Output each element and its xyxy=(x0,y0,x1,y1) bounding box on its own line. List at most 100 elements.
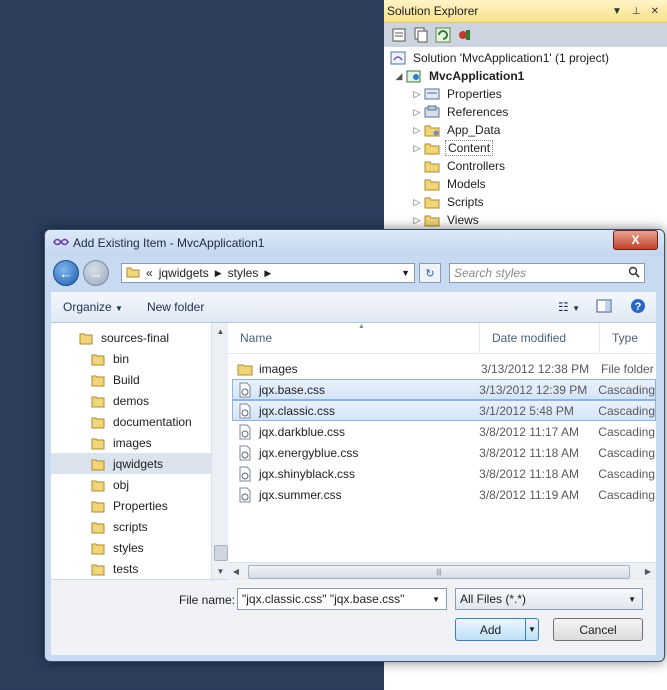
folder-tests[interactable]: tests xyxy=(51,558,211,579)
file-row-jqx-classic-css[interactable]: jqx.classic.css 3/1/2012 5:48 PM Cascadi… xyxy=(232,400,656,421)
tree-item-properties[interactable]: ▷ Properties xyxy=(384,85,667,103)
collapse-arrow-icon[interactable]: ◢ xyxy=(392,71,406,82)
folder-jqwidgets[interactable]: jqwidgets xyxy=(51,453,211,474)
chevron-down-icon[interactable]: ▼ xyxy=(432,595,440,604)
close-icon[interactable]: ✕ xyxy=(651,6,659,17)
pin-icon[interactable]: ⊥ xyxy=(632,6,641,17)
tree-item-content[interactable]: ▷ Content xyxy=(384,139,667,157)
properties-icon xyxy=(424,87,440,101)
file-row-jqx-summer-css[interactable]: jqx.summer.css 3/8/2012 11:19 AM Cascadi… xyxy=(232,484,656,505)
solution-explorer-titlebar: Solution Explorer ▼ ⊥ ✕ xyxy=(384,0,667,23)
forward-arrow-icon: → xyxy=(89,265,103,281)
breadcrumb-jqwidgets[interactable]: jqwidgets xyxy=(159,266,209,280)
help-icon: ? xyxy=(631,298,645,313)
command-bar: Organize ▼ New folder ☷ ▼ ? xyxy=(51,292,656,323)
scroll-left-icon[interactable]: ◀ xyxy=(228,567,244,576)
solution-node[interactable]: Solution 'MvcApplication1' (1 project) xyxy=(384,49,667,67)
address-overflow[interactable]: « xyxy=(146,266,153,280)
css-file-icon xyxy=(239,487,251,502)
expand-arrow-icon[interactable]: ▷ xyxy=(410,143,424,154)
navigation-pane: sources-final bin Build demos documentat… xyxy=(51,323,212,579)
folder-icon xyxy=(91,522,105,533)
css-file-icon xyxy=(239,424,251,439)
folder-icon xyxy=(91,543,105,554)
navigation-scrollbar[interactable]: ▲ ▼ xyxy=(211,323,229,579)
tree-item-references[interactable]: ▷ References xyxy=(384,103,667,121)
file-type-select[interactable]: All Files (*.*) ▼ xyxy=(455,588,643,610)
chevron-down-icon[interactable]: ▼ xyxy=(628,595,636,604)
organize-button[interactable]: Organize ▼ xyxy=(51,300,135,314)
tree-item-app-data[interactable]: ▷ App_Data xyxy=(384,121,667,139)
expand-arrow-icon[interactable]: ▷ xyxy=(410,197,424,208)
folder-build[interactable]: Build xyxy=(51,369,211,390)
project-icon xyxy=(406,69,422,83)
show-all-files-icon[interactable] xyxy=(412,26,430,44)
folder-styles[interactable]: styles xyxy=(51,537,211,558)
refresh-icon[interactable] xyxy=(434,26,452,44)
breadcrumb-separator-icon[interactable]: ▶ xyxy=(215,268,222,279)
new-folder-button[interactable]: New folder xyxy=(135,300,216,314)
tree-item-views[interactable]: ▷ Views xyxy=(384,211,667,229)
add-dropdown-icon[interactable]: ▼ xyxy=(525,619,538,640)
folder-obj[interactable]: obj xyxy=(51,474,211,495)
add-button[interactable]: Add ▼ xyxy=(455,618,539,641)
folder-icon xyxy=(91,501,105,512)
solution-explorer-toolbar xyxy=(384,23,667,47)
scroll-down-icon[interactable]: ▼ xyxy=(212,563,229,579)
close-button[interactable]: X xyxy=(613,230,658,250)
breadcrumb-styles[interactable]: styles xyxy=(228,266,259,280)
file-row-jqx-shinyblack-css[interactable]: jqx.shinyblack.css 3/8/2012 11:18 AM Cas… xyxy=(232,463,656,484)
scrollbar-thumb[interactable] xyxy=(214,545,228,561)
back-button[interactable]: ← xyxy=(53,260,79,286)
dialog-titlebar: Add Existing Item - MvcApplication1 X xyxy=(45,230,664,256)
preview-pane-button[interactable] xyxy=(588,299,620,316)
chevron-down-icon: ▼ xyxy=(572,304,580,313)
tree-item-scripts[interactable]: ▷ Scripts xyxy=(384,193,667,211)
forward-button[interactable]: → xyxy=(83,260,109,286)
tree-item-models[interactable]: Models xyxy=(384,175,667,193)
search-input[interactable]: Search styles xyxy=(449,263,645,283)
folder-scripts[interactable]: scripts xyxy=(51,516,211,537)
address-bar[interactable]: « jqwidgets ▶ styles ▶ ▼ xyxy=(121,263,415,283)
css-file-icon xyxy=(239,445,251,460)
view-class-diagram-icon[interactable] xyxy=(456,26,474,44)
add-existing-item-dialog: Add Existing Item - MvcApplication1 X ← … xyxy=(44,229,665,662)
file-row-images[interactable]: images 3/13/2012 12:38 PM File folder xyxy=(232,358,656,379)
expand-arrow-icon[interactable]: ▷ xyxy=(410,107,424,118)
column-type[interactable]: Type xyxy=(600,323,638,353)
folder-icon xyxy=(91,564,105,575)
scrollbar-thumb[interactable]: ||| xyxy=(248,565,630,579)
search-icon[interactable] xyxy=(628,266,640,281)
css-file-icon xyxy=(239,382,251,397)
folder-properties[interactable]: Properties xyxy=(51,495,211,516)
project-node[interactable]: ◢ MvcApplication1 xyxy=(384,67,667,85)
file-list-scrollbar[interactable]: ◀ ||| ▶ xyxy=(228,562,656,580)
column-name[interactable]: Name xyxy=(228,323,480,353)
folder-sources-final[interactable]: sources-final xyxy=(51,327,211,348)
address-dropdown-icon[interactable]: ▼ xyxy=(401,268,410,278)
file-row-jqx-base-css[interactable]: jqx.base.css 3/13/2012 12:39 PM Cascadin… xyxy=(232,379,656,400)
dialog-footer: File name: "jqx.classic.css" "jqx.base.c… xyxy=(51,580,656,655)
folder-documentation[interactable]: documentation xyxy=(51,411,211,432)
file-row-jqx-energyblue-css[interactable]: jqx.energyblue.css 3/8/2012 11:18 AM Cas… xyxy=(232,442,656,463)
file-row-jqx-darkblue-css[interactable]: jqx.darkblue.css 3/8/2012 11:17 AM Casca… xyxy=(232,421,656,442)
folder-bin[interactable]: bin xyxy=(51,348,211,369)
cancel-button[interactable]: Cancel xyxy=(553,618,643,641)
scroll-up-icon[interactable]: ▲ xyxy=(212,323,229,339)
view-options-button[interactable]: ☷ ▼ xyxy=(550,300,588,314)
help-button[interactable]: ? xyxy=(620,298,656,317)
scroll-right-icon[interactable]: ▶ xyxy=(640,567,656,576)
properties-icon[interactable] xyxy=(390,26,408,44)
refresh-button[interactable]: ↻ xyxy=(419,263,441,283)
dropdown-icon[interactable]: ▼ xyxy=(612,6,622,17)
tree-item-controllers[interactable]: Controllers xyxy=(384,157,667,175)
folder-images[interactable]: images xyxy=(51,432,211,453)
expand-arrow-icon[interactable]: ▷ xyxy=(410,125,424,136)
expand-arrow-icon[interactable]: ▷ xyxy=(410,89,424,100)
file-name-field[interactable]: "jqx.classic.css" "jqx.base.css" ▼ xyxy=(237,588,447,610)
folder-demos[interactable]: demos xyxy=(51,390,211,411)
expand-arrow-icon[interactable]: ▷ xyxy=(410,215,424,226)
breadcrumb-separator-icon[interactable]: ▶ xyxy=(264,268,271,279)
column-date-modified[interactable]: Date modified xyxy=(480,323,600,353)
folder-icon xyxy=(126,266,140,281)
